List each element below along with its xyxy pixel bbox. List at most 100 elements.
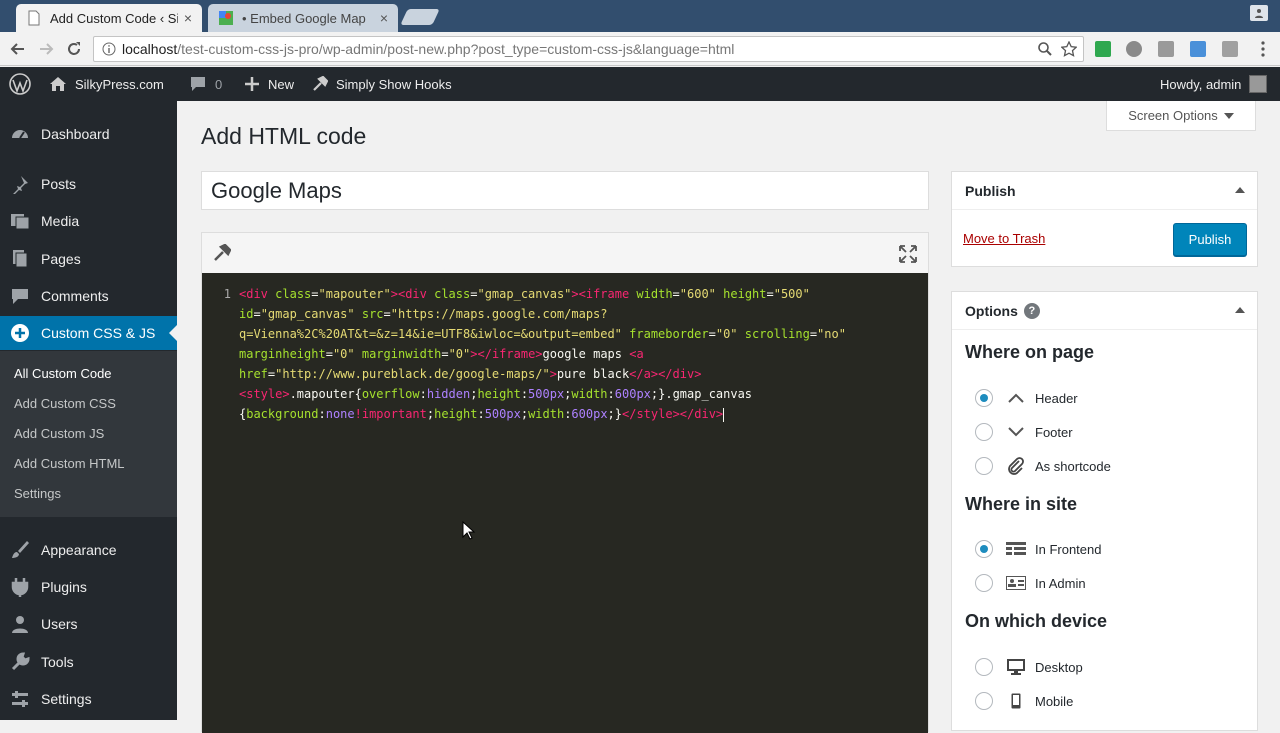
plugin-label: Simply Show Hooks xyxy=(336,76,452,92)
profile-icon[interactable] xyxy=(1250,5,1268,21)
where-in-site-heading: Where in site xyxy=(965,494,1078,514)
sidebar-item-pages[interactable]: Pages xyxy=(0,242,177,276)
account-menu[interactable]: Howdy, admin xyxy=(1160,67,1268,101)
url-host: localhost xyxy=(122,41,178,57)
sidebar-item-label: Plugins xyxy=(41,579,87,595)
back-icon[interactable] xyxy=(9,40,27,58)
chevron-down-icon xyxy=(1006,423,1026,441)
bookmark-star-icon[interactable] xyxy=(1061,41,1077,57)
new-label: New xyxy=(268,76,295,92)
comment-icon xyxy=(191,77,205,91)
radio-footer[interactable] xyxy=(975,423,993,441)
tab-close-icon[interactable]: × xyxy=(184,10,192,26)
sidebar-submenu: All Custom Code Add Custom CSS Add Custo… xyxy=(0,351,177,517)
check-extension-icon[interactable] xyxy=(1095,41,1111,57)
sidebar-item-label: Media xyxy=(41,213,80,229)
sidebar-item-label: Pages xyxy=(41,251,81,267)
radio-desktop[interactable] xyxy=(975,658,993,676)
browser-tab-active[interactable]: Add Custom Code ‹ Si × xyxy=(16,4,202,32)
submenu-add-custom-css[interactable]: Add Custom CSS xyxy=(14,396,116,411)
comment-icon xyxy=(10,286,30,306)
option-header-label: Header xyxy=(1035,391,1078,406)
sidebar-item-custom-css-js[interactable]: Custom CSS & JS xyxy=(0,316,177,350)
where-on-page-heading: Where on page xyxy=(965,342,1095,362)
extension-icon[interactable] xyxy=(1158,41,1174,57)
options-header[interactable]: Options ? xyxy=(952,292,1257,330)
extension-icon[interactable] xyxy=(1222,41,1238,57)
show-hooks-link[interactable]: Simply Show Hooks xyxy=(312,67,452,101)
comments-link[interactable]: 0 xyxy=(189,67,222,101)
sidebar-item-posts[interactable]: Posts xyxy=(0,167,177,201)
desktop-icon xyxy=(1006,658,1026,676)
gear-extension-icon[interactable] xyxy=(1126,41,1142,57)
zoom-icon[interactable] xyxy=(1037,41,1053,57)
code-area[interactable]: 1 <div class="mapouter"><div class="gmap… xyxy=(202,273,928,733)
mobile-icon xyxy=(1006,692,1026,710)
new-content-link[interactable]: New xyxy=(244,67,294,101)
address-bar[interactable]: localhost/test-custom-css-js-pro/wp-admi… xyxy=(93,36,1084,62)
sidebar-item-comments[interactable]: Comments xyxy=(0,279,177,313)
sidebar-item-label: Appearance xyxy=(41,542,117,558)
option-frontend-label: In Frontend xyxy=(1035,542,1102,557)
sidebar-item-label: Dashboard xyxy=(41,126,110,142)
plus-circle-icon xyxy=(10,323,30,343)
page-title: Add HTML code xyxy=(201,123,367,149)
radio-admin[interactable] xyxy=(975,574,993,592)
pages-icon xyxy=(10,249,30,269)
menu-icon[interactable] xyxy=(1254,40,1272,58)
browser-tab-maps[interactable]: • Embed Google Map × xyxy=(208,4,398,32)
sidebar-item-label: Users xyxy=(41,616,78,632)
mouse-pointer-icon xyxy=(462,521,476,540)
help-icon[interactable]: ? xyxy=(1023,302,1040,319)
forward-icon[interactable] xyxy=(37,40,55,58)
iq-extension-icon[interactable] xyxy=(1190,41,1206,57)
option-mobile-label: Mobile xyxy=(1035,694,1074,709)
radio-frontend[interactable] xyxy=(975,540,993,558)
tab-title: • Embed Google Map xyxy=(242,10,366,26)
sidebar-item-media[interactable]: Media xyxy=(0,204,177,238)
comment-count: 0 xyxy=(215,76,223,92)
reload-icon[interactable] xyxy=(65,40,83,58)
sidebar-item-dashboard[interactable]: Dashboard xyxy=(0,117,177,151)
post-title-input[interactable]: Google Maps xyxy=(201,171,929,210)
radio-mobile[interactable] xyxy=(975,692,993,710)
frontend-layout-icon xyxy=(1006,540,1026,558)
site-name-link[interactable]: SilkyPress.com xyxy=(49,67,164,101)
wp-admin-bar: SilkyPress.com 0 New Simply Show Hooks H… xyxy=(0,67,1280,101)
sidebar-item-plugins[interactable]: Plugins xyxy=(0,570,177,604)
option-footer-label: Footer xyxy=(1035,425,1073,440)
publish-button[interactable]: Publish xyxy=(1173,223,1247,256)
screen-options-button[interactable]: Screen Options xyxy=(1106,101,1256,131)
tab-title: Add Custom Code ‹ Si xyxy=(50,10,178,26)
submenu-add-custom-html[interactable]: Add Custom HTML xyxy=(14,456,125,471)
sidebar-item-label: Tools xyxy=(41,654,74,670)
submenu-add-custom-js[interactable]: Add Custom JS xyxy=(14,426,104,441)
caret-down-icon xyxy=(1223,112,1234,119)
move-to-trash-link[interactable]: Move to Trash xyxy=(963,231,1045,246)
submenu-settings[interactable]: Settings xyxy=(14,486,61,501)
publish-header[interactable]: Publish xyxy=(952,172,1257,210)
screen-options-label: Screen Options xyxy=(1128,108,1218,123)
radio-header[interactable] xyxy=(975,389,993,407)
hammer-icon xyxy=(313,76,328,91)
sidebar-item-users[interactable]: Users xyxy=(0,607,177,641)
collapse-arrow-icon[interactable] xyxy=(1235,187,1245,193)
tab-close-icon[interactable]: × xyxy=(380,10,388,26)
sidebar-item-tools[interactable]: Tools xyxy=(0,645,177,679)
sidebar-item-appearance[interactable]: Appearance xyxy=(0,533,177,567)
site-name: SilkyPress.com xyxy=(75,76,164,92)
dashboard-icon xyxy=(10,124,30,144)
browser-toolbar: localhost/test-custom-css-js-pro/wp-admi… xyxy=(0,32,1280,66)
radio-shortcode[interactable] xyxy=(975,457,993,475)
wordpress-logo-icon[interactable] xyxy=(9,67,39,101)
submenu-all-custom-code[interactable]: All Custom Code xyxy=(14,366,112,381)
collapse-arrow-icon[interactable] xyxy=(1235,307,1245,313)
hammer-icon[interactable] xyxy=(213,244,231,262)
chevron-up-icon xyxy=(1006,389,1026,407)
fullscreen-icon[interactable] xyxy=(899,245,917,263)
plus-icon xyxy=(245,77,259,91)
code-text: <div class="mapouter"><div class="gmap_c… xyxy=(239,287,846,422)
new-tab-button[interactable] xyxy=(400,9,440,25)
sidebar-item-settings[interactable]: Settings xyxy=(0,682,177,716)
sidebar-item-label: Comments xyxy=(41,288,109,304)
